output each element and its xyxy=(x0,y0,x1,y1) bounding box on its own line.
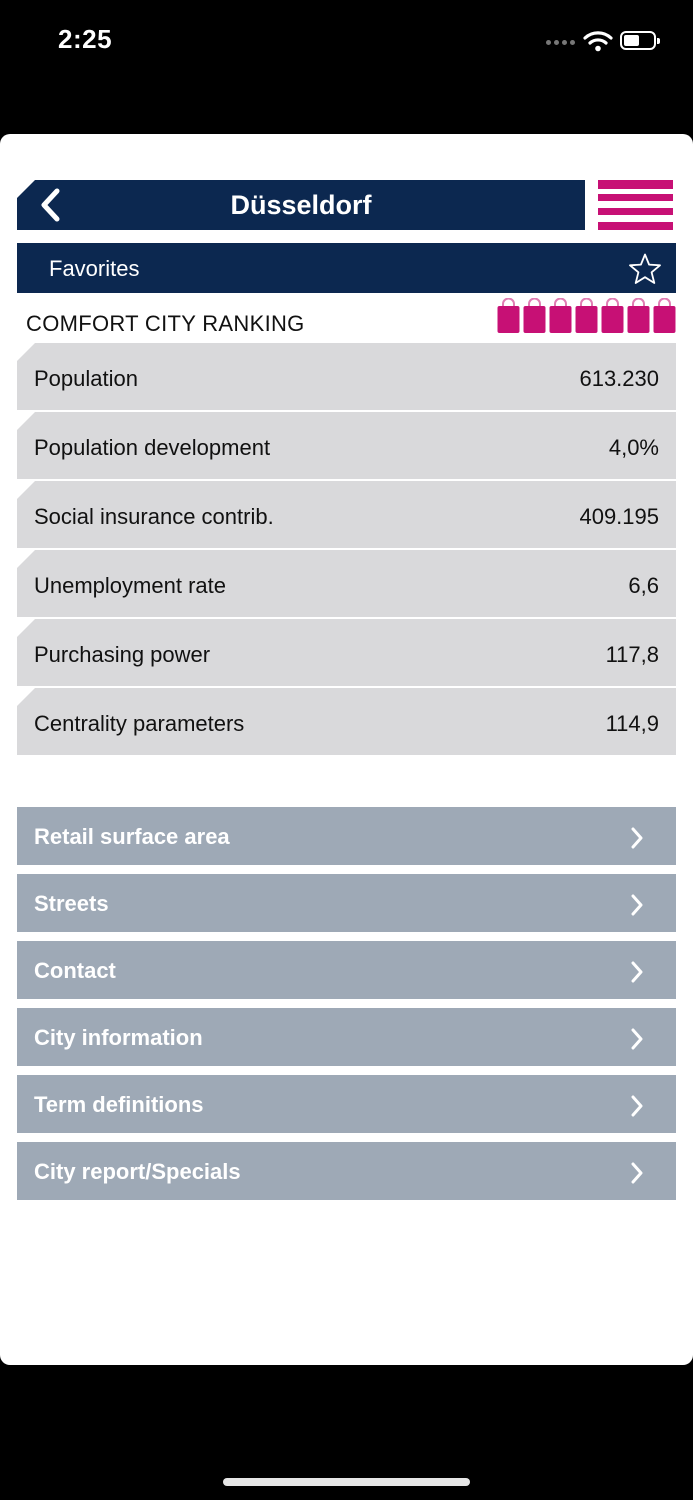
link-row-contact[interactable]: Contact xyxy=(17,941,676,999)
ranking-rating xyxy=(497,297,676,334)
status-bar: 2:25 xyxy=(0,0,693,134)
link-label: Retail surface area xyxy=(34,824,230,849)
cellular-signal-icon xyxy=(546,40,575,45)
chevron-right-icon xyxy=(631,1028,643,1050)
links-list: Retail surface area Streets Contact City in… xyxy=(17,807,676,1209)
stats-list: Population 613.230 Population development 4… xyxy=(17,343,676,757)
link-row-city-report-specials[interactable]: City report/Specials xyxy=(17,1142,676,1200)
stat-value: 4,0% xyxy=(608,435,659,460)
favorites-bar[interactable]: Favorites xyxy=(17,243,676,293)
chevron-right-icon xyxy=(631,827,643,849)
shopping-bag-icon xyxy=(549,297,572,334)
stat-label: Population xyxy=(34,366,138,391)
chevron-right-icon xyxy=(631,1162,643,1184)
stat-value: 6,6 xyxy=(628,573,659,598)
ranking-label: COMFORT CITY RANKING xyxy=(26,311,305,336)
home-indicator[interactable] xyxy=(223,1478,470,1486)
shopping-bag-icon xyxy=(523,297,546,334)
link-row-retail-surface-area[interactable]: Retail surface area xyxy=(17,807,676,865)
link-row-streets[interactable]: Streets xyxy=(17,874,676,932)
status-time: 2:25 xyxy=(58,24,113,54)
stat-value: 114,9 xyxy=(605,711,659,736)
stat-label: Unemployment rate xyxy=(34,573,226,598)
nav-header: Düsseldorf xyxy=(17,180,585,230)
stat-label: Purchasing power xyxy=(34,642,211,667)
star-outline-icon xyxy=(629,253,661,284)
stat-label: Population development xyxy=(34,435,271,460)
stat-row: Unemployment rate 6,6 xyxy=(17,550,676,617)
link-label: Contact xyxy=(34,958,116,983)
shopping-bag-icon xyxy=(497,297,520,334)
favorites-label: Favorites xyxy=(49,256,140,281)
stat-row: Purchasing power 117,8 xyxy=(17,619,676,686)
comfort-city-ranking: COMFORT CITY RANKING xyxy=(17,294,676,344)
stat-label: Social insurance contrib. xyxy=(34,504,274,529)
stat-row: Population development 4,0% xyxy=(17,412,676,479)
chevron-right-icon xyxy=(631,1095,643,1117)
link-label: Term definitions xyxy=(34,1092,204,1117)
page-title: Düsseldorf xyxy=(230,190,372,220)
link-label: Streets xyxy=(34,891,109,916)
main-sheet: Düsseldorf Favorites COMFORT CITY RANKIN… xyxy=(0,134,693,1365)
stat-value: 117,8 xyxy=(605,642,659,667)
stat-row: Centrality parameters 114,9 xyxy=(17,688,676,755)
stat-row: Population 613.230 xyxy=(17,343,676,410)
stat-label: Centrality parameters xyxy=(34,711,245,736)
hamburger-menu-icon xyxy=(598,180,673,189)
shopping-bag-icon xyxy=(601,297,624,334)
link-row-term-definitions[interactable]: Term definitions xyxy=(17,1075,676,1133)
chevron-right-icon xyxy=(631,894,643,916)
battery-icon xyxy=(620,31,660,50)
wifi-icon xyxy=(583,31,613,52)
link-label: City report/Specials xyxy=(34,1159,241,1184)
link-label: City information xyxy=(34,1025,203,1050)
stat-row: Social insurance contrib. 409.195 xyxy=(17,481,676,548)
shopping-bag-icon xyxy=(575,297,598,334)
favorite-star-button[interactable] xyxy=(628,252,662,286)
link-row-city-information[interactable]: City information xyxy=(17,1008,676,1066)
stat-value: 613.230 xyxy=(579,366,659,391)
chevron-right-icon xyxy=(631,961,643,983)
stat-value: 409.195 xyxy=(579,504,659,529)
menu-button[interactable] xyxy=(598,180,673,230)
shopping-bag-icon xyxy=(627,297,650,334)
shopping-bag-icon xyxy=(653,297,676,334)
